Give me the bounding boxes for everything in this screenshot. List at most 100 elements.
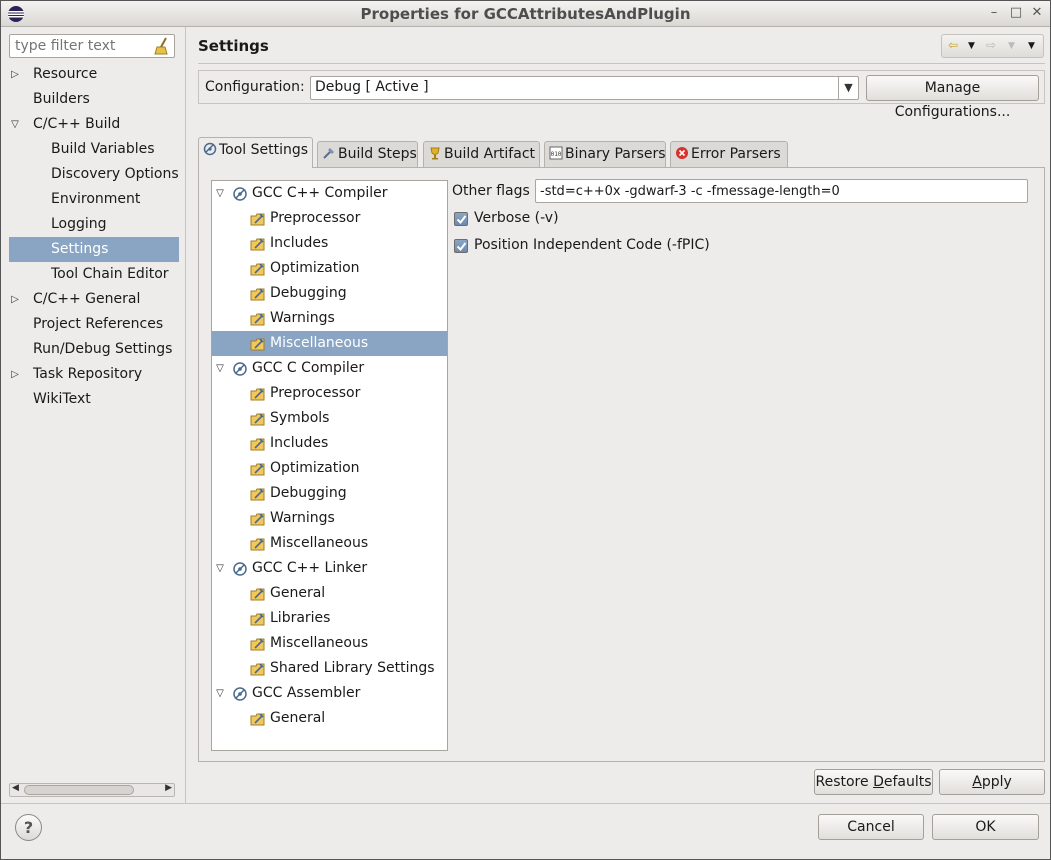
option-node[interactable]: Warnings xyxy=(212,506,447,531)
preference-tree: ▷ Resource Builders ▽ C/C++ Build Build Varia… xyxy=(9,62,179,412)
tool-node[interactable]: ▽ GCC C++ Compiler xyxy=(212,181,447,206)
tool-icon xyxy=(232,686,248,702)
option-category-icon xyxy=(250,311,266,327)
scroll-right-icon[interactable]: ▶ xyxy=(165,783,172,793)
option-node[interactable]: Miscellaneous xyxy=(212,631,447,656)
nav-item[interactable]: Build Variables xyxy=(9,137,179,162)
back-dropdown-icon[interactable]: ▼ xyxy=(968,41,975,51)
tool-icon xyxy=(232,561,248,577)
back-arrow-icon[interactable]: ⇦ xyxy=(948,38,958,52)
nav-item[interactable]: ▷ Task Repository xyxy=(9,362,179,387)
nav-item[interactable]: Builders xyxy=(9,87,179,112)
close-icon[interactable]: ✕ xyxy=(1028,4,1046,22)
tree-item-label: GCC C Compiler xyxy=(252,360,365,376)
scroll-thumb[interactable] xyxy=(24,785,134,795)
tab-build-steps[interactable]: Build Steps xyxy=(317,141,418,167)
option-node[interactable]: General xyxy=(212,581,447,606)
tree-item-label: General xyxy=(270,710,326,726)
navigation-pane: ▷ Resource Builders ▽ C/C++ Build Build Varia… xyxy=(1,27,186,803)
option-node[interactable]: Shared Library Settings xyxy=(212,656,447,681)
tool-node[interactable]: ▽ GCC Assembler xyxy=(212,681,447,706)
option-node[interactable]: Debugging xyxy=(212,481,447,506)
properties-dialog: Properties for GCCAttributesAndPlugin – … xyxy=(0,0,1051,860)
nav-item[interactable]: Project References xyxy=(9,312,179,337)
tab-label: Error Parsers xyxy=(691,146,781,162)
option-node[interactable]: Optimization xyxy=(212,256,447,281)
forward-arrow-icon[interactable]: ⇨ xyxy=(986,38,996,52)
nav-item[interactable]: ▽ C/C++ Build xyxy=(9,112,179,137)
nav-item[interactable]: WikiText xyxy=(9,387,179,412)
maximize-icon[interactable]: □ xyxy=(1007,4,1025,22)
tool-node[interactable]: ▽ GCC C Compiler xyxy=(212,356,447,381)
tab-error-parsers[interactable]: Error Parsers xyxy=(670,141,788,167)
tab-label: Build Steps xyxy=(338,146,417,162)
collapsed-twisty-icon[interactable]: ▷ xyxy=(9,62,21,87)
chevron-down-icon[interactable]: ▼ xyxy=(838,77,858,99)
expanded-twisty-icon[interactable]: ▽ xyxy=(214,356,226,381)
checkbox-checked-icon[interactable] xyxy=(454,239,468,253)
option-category-icon xyxy=(250,711,266,727)
option-node[interactable]: Libraries xyxy=(212,606,447,631)
scroll-left-icon[interactable]: ◀ xyxy=(12,783,19,793)
cancel-button[interactable]: Cancel xyxy=(818,814,924,840)
nav-item[interactable]: ▷ C/C++ General xyxy=(9,287,179,312)
tab-label: Binary Parsers xyxy=(565,146,666,162)
manage-configurations-button[interactable]: Manage Configurations... xyxy=(866,75,1039,120)
option-node[interactable]: Miscellaneous xyxy=(212,531,447,556)
option-node[interactable]: Preprocessor xyxy=(212,381,447,406)
button-label: Restore xyxy=(815,774,874,790)
option-category-icon xyxy=(250,661,266,677)
option-node[interactable]: Warnings xyxy=(212,306,447,331)
ok-button[interactable]: OK xyxy=(932,814,1039,840)
nav-item[interactable]: Logging xyxy=(9,212,179,237)
option-node[interactable]: Includes xyxy=(212,431,447,456)
nav-item-label: WikiText xyxy=(33,391,91,407)
tree-item-label: Optimization xyxy=(270,460,360,476)
tree-item-label: Debugging xyxy=(270,485,347,501)
nav-item[interactable]: ▷ Resource xyxy=(9,62,179,87)
option-node[interactable]: Symbols xyxy=(212,406,447,431)
option-node[interactable]: Optimization xyxy=(212,456,447,481)
option-node[interactable]: Includes xyxy=(212,231,447,256)
tab-build-artifact[interactable]: Build Artifact xyxy=(423,141,540,167)
option-node[interactable]: Debugging xyxy=(212,281,447,306)
checkbox-checked-icon[interactable] xyxy=(454,212,468,226)
tab-tool-settings[interactable]: Tool Settings xyxy=(198,137,313,168)
restore-defaults-button[interactable]: Restore Defaults xyxy=(814,769,933,795)
tool-tree: ▽ GCC C++ Compiler Preprocessor Includes Opt… xyxy=(211,180,448,751)
view-menu-icon[interactable]: ▼ xyxy=(1028,41,1035,51)
nav-horizontal-scrollbar[interactable]: ◀ ▶ xyxy=(9,783,175,797)
filter-input[interactable] xyxy=(13,36,151,56)
title-bar: Properties for GCCAttributesAndPlugin – … xyxy=(1,1,1050,27)
option-node[interactable]: Miscellaneous xyxy=(212,331,447,356)
nav-item[interactable]: Run/Debug Settings xyxy=(9,337,179,362)
collapsed-twisty-icon[interactable]: ▷ xyxy=(9,362,21,387)
other-flags-input[interactable] xyxy=(535,179,1028,203)
tab-binary-parsers[interactable]: 010 Binary Parsers xyxy=(544,141,666,167)
configuration-select[interactable]: Debug [ Active ] ▼ xyxy=(310,76,859,100)
expanded-twisty-icon[interactable]: ▽ xyxy=(214,181,226,206)
minimize-icon[interactable]: – xyxy=(985,4,1003,22)
expanded-twisty-icon[interactable]: ▽ xyxy=(214,556,226,581)
clear-filter-icon[interactable] xyxy=(154,37,170,55)
nav-item-label: Builders xyxy=(33,91,90,107)
help-icon[interactable]: ? xyxy=(15,814,42,841)
nav-item[interactable]: Settings xyxy=(9,237,179,262)
expanded-twisty-icon[interactable]: ▽ xyxy=(9,112,21,137)
tool-node[interactable]: ▽ GCC C++ Linker xyxy=(212,556,447,581)
forward-dropdown-icon[interactable]: ▼ xyxy=(1008,41,1015,51)
tool-icon xyxy=(232,361,248,377)
tree-item-label: Miscellaneous xyxy=(270,335,369,351)
nav-item[interactable]: Environment xyxy=(9,187,179,212)
option-node[interactable]: General xyxy=(212,706,447,731)
filter-field[interactable] xyxy=(9,34,175,58)
nav-item[interactable]: Tool Chain Editor xyxy=(9,262,179,287)
collapsed-twisty-icon[interactable]: ▷ xyxy=(9,287,21,312)
pic-label: Position Independent Code (-fPIC) xyxy=(474,237,710,253)
nav-item[interactable]: Discovery Options xyxy=(9,162,179,187)
option-node[interactable]: Preprocessor xyxy=(212,206,447,231)
expanded-twisty-icon[interactable]: ▽ xyxy=(214,681,226,706)
nav-item-label: Project References xyxy=(33,316,164,332)
option-category-icon xyxy=(250,511,266,527)
apply-button[interactable]: Apply xyxy=(939,769,1045,795)
